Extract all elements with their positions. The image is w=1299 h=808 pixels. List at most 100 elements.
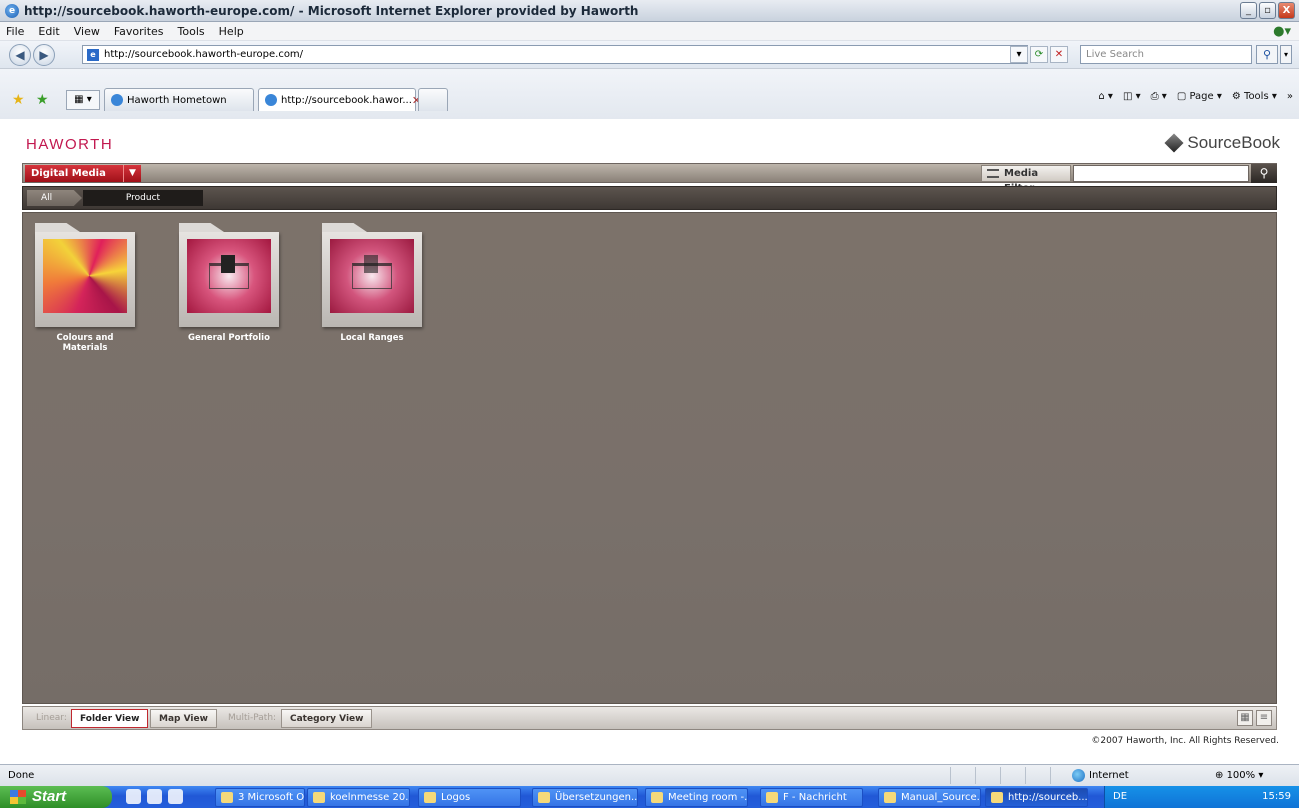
quick-tabs-icon[interactable]: ▦ ▾ [66, 90, 100, 110]
media-filter-button[interactable]: Media Filter [981, 165, 1071, 194]
multipath-label: Multi-Path: [228, 713, 277, 723]
folder-label: Colours and Materials [56, 333, 114, 353]
sourcebook-text: SourceBook [1187, 133, 1280, 152]
folder-icon [313, 792, 325, 803]
tab-sourcebook[interactable]: http://sourcebook.hawor... ✕ [258, 88, 421, 111]
taskbar-item-label: Logos [441, 792, 471, 803]
media-search-input[interactable] [1073, 165, 1249, 182]
ie-tab-icon [265, 94, 277, 106]
menu-tools[interactable]: Tools [178, 25, 205, 38]
view-bar: Linear: Folder View Map View Multi-Path:… [22, 706, 1277, 730]
start-label: Start [32, 788, 67, 805]
outlook-quicklaunch-icon[interactable] [168, 789, 183, 804]
menu-edit[interactable]: Edit [38, 25, 59, 38]
taskbar-item-active[interactable]: http://sourceb... [985, 788, 1088, 807]
menu-favorites[interactable]: Favorites [114, 25, 164, 38]
close-button[interactable]: X [1278, 2, 1295, 19]
minimize-button[interactable]: _ [1240, 2, 1257, 19]
quicklaunch-icon[interactable] [126, 789, 141, 804]
window-title: http://sourcebook.haworth-europe.com/ - … [24, 3, 639, 18]
menu-view[interactable]: View [74, 25, 100, 38]
taskbar-item-label: Manual_Source... [901, 792, 981, 803]
taskbar-item-label: koelnmesse 20... [330, 792, 410, 803]
address-url: http://sourcebook.haworth-europe.com/ [104, 49, 304, 60]
chevron-icon[interactable]: » [1287, 91, 1293, 102]
zoom-level[interactable]: ⊕ 100% ▾ [1215, 770, 1263, 781]
address-bar: ◀ ▶ e http://sourcebook.haworth-europe.c… [0, 41, 1299, 69]
haworth-logo: HAWORTH [26, 136, 114, 153]
ie-quicklaunch-icon[interactable] [147, 789, 162, 804]
live-search-input[interactable]: Live Search [1080, 45, 1252, 64]
address-dropdown-icon[interactable]: ▾ [1010, 46, 1028, 63]
tab-haworth-hometown[interactable]: Haworth Hometown [104, 88, 254, 111]
clock: 15:59 [1262, 791, 1291, 802]
menu-file[interactable]: File [6, 25, 24, 38]
menu-bar: File Edit View Favorites Tools Help ●▾ [0, 22, 1299, 41]
print-icon[interactable]: ⎙ ▾ [1151, 91, 1167, 102]
system-tray: DE 15:59 [1104, 786, 1299, 808]
address-input[interactable]: e http://sourcebook.haworth-europe.com/ [82, 45, 1028, 64]
refresh-icon[interactable]: ⟳ [1030, 46, 1048, 63]
mail-icon [538, 792, 550, 803]
folder-body [35, 232, 135, 327]
word-icon [884, 792, 896, 803]
status-text: Done [8, 770, 35, 781]
taskbar-item-label: Übersetzungen... [555, 792, 638, 803]
taskbar-item[interactable]: Manual_Source... [878, 788, 981, 807]
taskbar-item-label: http://sourceb... [1008, 792, 1088, 803]
start-button[interactable]: Start [0, 786, 112, 808]
tools-menu[interactable]: ⚙ Tools ▾ [1232, 91, 1277, 102]
messenger-icon[interactable]: ●▾ [1273, 24, 1291, 39]
page-menu[interactable]: ▢ Page ▾ [1177, 91, 1222, 102]
favorites-star-icon[interactable]: ★ [12, 92, 25, 108]
taskbar-item-label: Meeting room -... [668, 792, 748, 803]
add-favorites-icon[interactable]: ★ [36, 92, 49, 108]
search-options-icon[interactable]: ▾ [1280, 45, 1292, 64]
folder-label: General Portfolio [188, 333, 270, 343]
folder-view-button[interactable]: Folder View [71, 709, 149, 728]
language-indicator[interactable]: DE [1113, 791, 1127, 802]
taskbar-item[interactable]: Übersetzungen... [532, 788, 638, 807]
stop-icon[interactable]: ✕ [1050, 46, 1068, 63]
maximize-button[interactable]: ▫ [1259, 2, 1276, 19]
digital-media-label: Digital Media [31, 168, 106, 179]
folder-local-ranges[interactable]: Local Ranges [322, 223, 422, 343]
folder-area: Colours and Materials General Portfolio … [22, 212, 1277, 704]
ie-icon [991, 792, 1003, 803]
breadcrumb-all[interactable]: All [27, 190, 82, 206]
map-view-button[interactable]: Map View [150, 709, 217, 728]
mail-icon [651, 792, 663, 803]
menu-help[interactable]: Help [219, 25, 244, 38]
list-view-icon[interactable]: ≡ [1256, 710, 1272, 726]
taskbar-item[interactable]: 3 Microsoft O... [215, 788, 305, 807]
breadcrumb-product[interactable]: Product [83, 190, 203, 206]
taskbar-item[interactable]: Logos [418, 788, 521, 807]
windows-flag-icon [10, 790, 26, 804]
grid-view-icon[interactable]: ▦ [1237, 710, 1253, 726]
folder-icon [424, 792, 436, 803]
taskbar-item[interactable]: koelnmesse 20... [307, 788, 410, 807]
linear-label: Linear: [36, 713, 67, 723]
taskbar-item[interactable]: Meeting room -... [645, 788, 748, 807]
search-icon[interactable]: ⚲ [1256, 45, 1278, 64]
new-tab-button[interactable] [418, 88, 448, 111]
folder-tab [35, 223, 80, 232]
sourcebook-icon [1164, 133, 1184, 153]
taskbar-item[interactable]: F - Nachricht [760, 788, 863, 807]
filter-icon [987, 169, 999, 178]
forward-button[interactable]: ▶ [33, 44, 55, 66]
digital-media-dropdown[interactable]: Digital Media ▼ [25, 165, 141, 182]
category-view-button[interactable]: Category View [281, 709, 373, 728]
folder-tab [179, 223, 224, 232]
back-button[interactable]: ◀ [9, 44, 31, 66]
feeds-icon[interactable]: ◫ ▾ [1123, 91, 1141, 102]
folder-general-portfolio[interactable]: General Portfolio [179, 223, 279, 343]
search-icon[interactable]: ⚲ [1251, 164, 1277, 183]
folder-colours-and-materials[interactable]: Colours and Materials [35, 223, 135, 353]
folder-thumbnail [43, 239, 127, 313]
breadcrumb: All Product [22, 186, 1277, 210]
security-zone: Internet [1072, 769, 1129, 782]
tab-label: Haworth Hometown [127, 94, 227, 106]
home-icon[interactable]: ⌂ ▾ [1098, 91, 1113, 102]
taskbar: Start 3 Microsoft O... koelnmesse 20... … [0, 786, 1299, 808]
